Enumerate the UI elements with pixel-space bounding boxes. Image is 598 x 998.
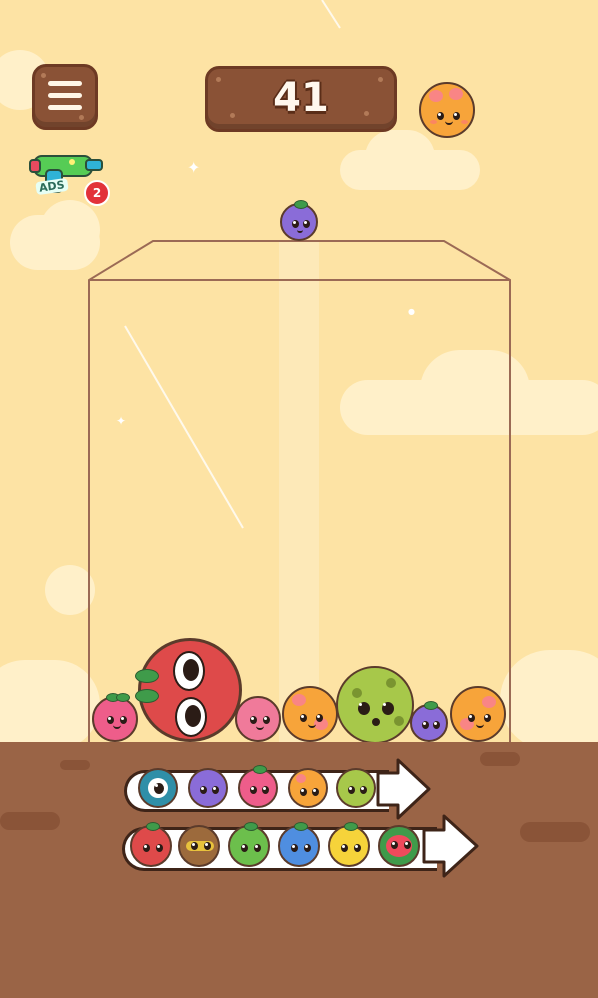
fruit-grapefruit <box>282 686 338 742</box>
score-value: 41 <box>273 75 329 121</box>
evo-strawberry <box>238 765 278 808</box>
fruit-peach <box>235 696 281 742</box>
evolution-row-1 <box>124 758 431 820</box>
menu-button[interactable] <box>32 64 98 130</box>
dropping-fruit-blueberry[interactable] <box>280 200 318 241</box>
evo-blueberry-teal <box>138 768 178 808</box>
fruit-grapefruit <box>450 686 506 742</box>
evo-lime <box>228 822 270 867</box>
fruit-strawberry <box>92 693 138 742</box>
next-fruit-grapefruit <box>419 82 475 138</box>
menu-icon <box>48 81 82 86</box>
evolution-row-2 <box>122 814 482 878</box>
score-board: 41 <box>205 66 397 132</box>
evo-kiwi <box>336 768 376 808</box>
arrow-right-icon <box>422 814 479 878</box>
ads-powerup-button[interactable]: ADS 2 <box>26 140 110 206</box>
evo-plum <box>278 822 320 867</box>
ads-count-badge: 2 <box>84 180 110 206</box>
evo-grapefruit <box>288 768 328 808</box>
fruit-tomato <box>135 638 242 742</box>
arrow-right-icon <box>376 758 431 820</box>
evo-coconut <box>178 825 220 867</box>
evo-tomato <box>130 822 172 867</box>
evo-blueberry <box>188 768 228 808</box>
game-scene[interactable]: ✦ ✦ ● 41 ADS 2 <box>0 0 598 998</box>
evo-lemon <box>328 822 370 867</box>
fruit-kiwi <box>336 666 414 744</box>
evo-watermelon <box>378 825 420 867</box>
fruit-blueberry <box>410 701 448 742</box>
